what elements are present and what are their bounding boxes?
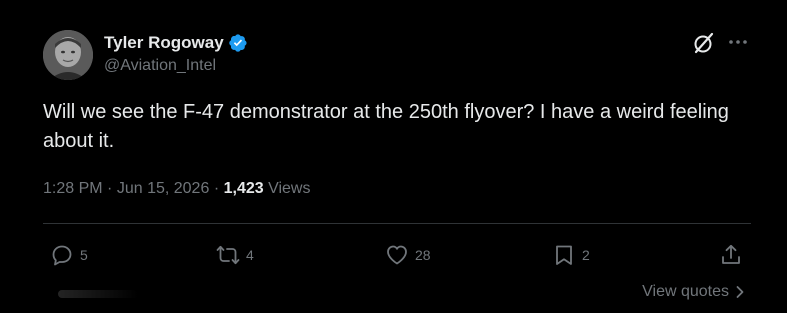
avatar[interactable] bbox=[43, 30, 93, 80]
reply-count: 5 bbox=[80, 247, 88, 263]
reply-button[interactable]: 5 bbox=[50, 240, 88, 270]
retweet-icon bbox=[216, 245, 240, 265]
avatar-photo bbox=[43, 30, 93, 80]
views-count: 1,423 bbox=[223, 180, 264, 197]
grok-icon[interactable] bbox=[692, 31, 716, 55]
bookmark-button[interactable]: 2 bbox=[552, 240, 590, 270]
tweet-date[interactable]: Jun 15, 2026 bbox=[117, 180, 210, 197]
like-count: 28 bbox=[415, 247, 431, 263]
more-dots-icon[interactable] bbox=[727, 31, 749, 53]
view-quotes-link[interactable]: View quotes bbox=[642, 283, 747, 301]
tweet-text: Will we see the F-47 demonstrator at the… bbox=[43, 101, 729, 152]
meta-separator: · bbox=[107, 180, 117, 197]
chevron-right-icon bbox=[736, 286, 744, 298]
author-handle[interactable]: @Aviation_Intel bbox=[104, 57, 216, 75]
view-quotes-label: View quotes bbox=[642, 283, 729, 300]
bookmark-count: 2 bbox=[582, 247, 590, 263]
like-button[interactable]: 28 bbox=[385, 240, 431, 270]
reply-icon bbox=[52, 245, 72, 266]
author-display-name[interactable]: Tyler Rogoway bbox=[104, 33, 224, 53]
blurred-region bbox=[58, 290, 138, 298]
tweet-meta: 1:28 PM · Jun 15, 2026 · 1,423 Views bbox=[43, 180, 310, 198]
share-button[interactable] bbox=[719, 240, 743, 270]
tweet-card: Tyler Rogoway @Aviation_Intel Will we se… bbox=[0, 0, 787, 313]
share-icon bbox=[722, 244, 740, 264]
bookmark-icon bbox=[556, 245, 572, 265]
verified-badge-icon bbox=[228, 33, 248, 53]
divider bbox=[43, 223, 751, 224]
meta-separator-2: · bbox=[213, 180, 224, 197]
retweet-button[interactable]: 4 bbox=[216, 240, 254, 270]
views-label: Views bbox=[268, 180, 311, 197]
action-bar: 5 4 28 2 bbox=[0, 240, 787, 270]
retweet-count: 4 bbox=[246, 247, 254, 263]
heart-icon bbox=[387, 245, 407, 265]
tweet-time[interactable]: 1:28 PM bbox=[43, 180, 103, 197]
author-name-row[interactable]: Tyler Rogoway bbox=[104, 32, 248, 54]
